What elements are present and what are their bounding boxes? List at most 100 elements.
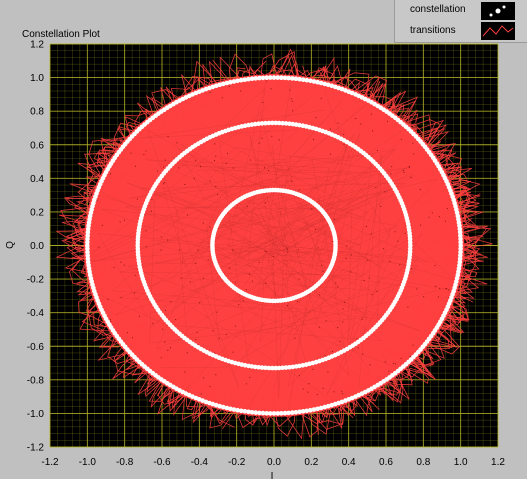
transition-speckle xyxy=(225,334,227,336)
transition-speckle xyxy=(207,259,209,261)
transition-speckle xyxy=(124,219,126,221)
transition-speckle xyxy=(264,202,266,204)
x-axis-ticks: -1.2 -1.0 -0.8 -0.6 -0.4 -0.2 0.0 0.2 0.4 0.6 0.8 1… xyxy=(41,457,505,468)
y-tick-label: -0.8 xyxy=(27,375,45,386)
transition-speckle xyxy=(291,100,293,102)
y-axis-label: Q xyxy=(5,241,16,249)
transition-speckle xyxy=(179,249,181,251)
transition-speckle xyxy=(363,280,365,282)
transition-speckle xyxy=(361,318,363,320)
transition-speckle xyxy=(258,261,260,263)
transition-speckle xyxy=(176,142,178,144)
transition-speckle xyxy=(231,249,233,251)
transition-speckle xyxy=(312,368,314,370)
transition-speckle xyxy=(327,371,329,373)
transition-speckle xyxy=(342,321,344,323)
transitions-legend-icon xyxy=(481,22,515,40)
transition-speckle xyxy=(448,289,450,291)
transition-speckle xyxy=(189,281,191,283)
transition-speckle xyxy=(212,330,214,332)
y-tick-label: 0.8 xyxy=(30,107,44,118)
transition-speckle xyxy=(134,165,136,167)
transition-speckle xyxy=(388,370,390,372)
transition-speckle xyxy=(402,170,404,172)
transition-speckle xyxy=(294,337,296,339)
transition-speckle xyxy=(317,247,319,249)
transition-speckle xyxy=(345,258,347,260)
x-tick-label: 0.6 xyxy=(379,457,393,468)
transition-speckle xyxy=(225,162,227,164)
transition-speckle xyxy=(245,289,247,291)
transition-speckle xyxy=(167,239,169,241)
transition-speckle xyxy=(408,166,410,168)
transition-speckle xyxy=(101,224,103,226)
transition-speckle xyxy=(98,246,100,248)
transition-speckle xyxy=(215,186,217,188)
x-tick-label: 0.8 xyxy=(416,457,430,468)
transition-speckle xyxy=(218,337,220,339)
transition-speckle xyxy=(369,364,371,366)
transition-speckle xyxy=(400,357,402,359)
transition-speckle xyxy=(312,139,314,141)
transition-speckle xyxy=(167,136,169,138)
transition-speckle xyxy=(344,301,346,303)
transition-speckle xyxy=(180,277,182,279)
transition-speckle xyxy=(251,280,253,282)
transition-speckle xyxy=(337,286,339,288)
transition-speckle xyxy=(120,297,122,299)
transition-speckle xyxy=(357,347,359,349)
transition-speckle xyxy=(387,120,389,122)
transition-speckle xyxy=(337,326,339,328)
transition-speckle xyxy=(160,357,162,359)
legend-label-constellation: constellation xyxy=(410,4,466,15)
transition-speckle xyxy=(110,173,112,175)
transition-speckle xyxy=(368,277,370,279)
transition-speckle xyxy=(370,113,372,115)
transition-speckle xyxy=(199,302,201,304)
transition-speckle xyxy=(134,274,136,276)
transition-speckle xyxy=(163,182,165,184)
transition-speckle xyxy=(109,319,111,321)
transition-speckle xyxy=(370,233,372,235)
transition-speckle xyxy=(434,265,436,267)
transition-speckle xyxy=(216,311,218,313)
transition-speckle xyxy=(350,254,352,256)
transition-speckle xyxy=(232,351,234,353)
transition-speckle xyxy=(286,247,288,249)
transition-speckle xyxy=(164,159,166,161)
transition-speckle xyxy=(151,198,153,200)
transition-speckle xyxy=(355,118,357,120)
transition-speckle xyxy=(391,166,393,168)
transition-speckle xyxy=(145,150,147,152)
transition-speckle xyxy=(384,191,386,193)
transition-speckle xyxy=(346,245,348,247)
transition-speckle xyxy=(437,296,439,298)
transition-speckle xyxy=(366,226,368,228)
transition-speckle xyxy=(289,89,291,91)
transition-speckle xyxy=(203,377,205,379)
y-tick-label: 0.4 xyxy=(30,174,44,185)
transition-speckle xyxy=(297,300,299,302)
transition-speckle xyxy=(215,374,217,376)
transition-speckle xyxy=(193,177,195,179)
transition-speckle xyxy=(181,261,183,263)
transition-speckle xyxy=(272,255,274,257)
transition-speckle xyxy=(160,249,162,251)
transition-speckle xyxy=(416,288,418,290)
transition-speckle xyxy=(232,167,234,169)
transition-speckle xyxy=(409,355,411,357)
chart-title: Constellation Plot xyxy=(22,29,100,40)
legend-label-transitions: transitions xyxy=(410,25,456,36)
transition-speckle xyxy=(164,341,166,343)
transition-speckle xyxy=(439,288,441,290)
x-tick-label: -0.4 xyxy=(191,457,209,468)
transition-speckle xyxy=(431,212,433,214)
transition-speckle xyxy=(298,374,300,376)
transition-speckle xyxy=(394,363,396,365)
constellation-point xyxy=(458,246,463,252)
transition-speckle xyxy=(246,205,248,207)
transition-speckle xyxy=(262,102,264,104)
transition-speckle xyxy=(221,97,223,99)
transition-speckle xyxy=(195,159,197,161)
transition-speckle xyxy=(199,166,201,168)
